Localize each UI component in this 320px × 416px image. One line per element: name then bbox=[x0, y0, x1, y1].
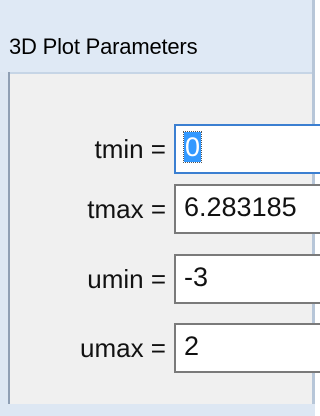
umin-row: umin = -3 bbox=[10, 254, 320, 308]
tmax-input[interactable]: 6.283185 bbox=[174, 184, 320, 234]
dialog-window: 3D Plot Parameters tmin = 0 tmax = 6.283… bbox=[0, 0, 320, 416]
tmin-value: 0 bbox=[182, 131, 203, 163]
dialog-body: tmin = 0 tmax = 6.283185 umin = -3 umax … bbox=[10, 74, 320, 404]
umax-label: umax = bbox=[80, 333, 166, 363]
umin-label: umin = bbox=[87, 264, 166, 294]
tmin-row: tmin = 0 bbox=[10, 124, 320, 178]
tmax-row: tmax = 6.283185 bbox=[10, 184, 320, 238]
tmin-input[interactable]: 0 bbox=[174, 124, 320, 174]
title-bar[interactable]: 3D Plot Parameters bbox=[0, 0, 315, 74]
tmin-label: tmin = bbox=[94, 134, 166, 164]
tmax-value: 6.283185 bbox=[184, 192, 297, 222]
tmax-label: tmax = bbox=[87, 194, 166, 224]
umax-input[interactable]: 2 bbox=[174, 323, 320, 373]
umax-value: 2 bbox=[184, 331, 200, 361]
umin-input[interactable]: -3 bbox=[174, 254, 320, 304]
window-bottom-border bbox=[0, 404, 315, 416]
window-title: 3D Plot Parameters bbox=[9, 34, 198, 59]
window-left-border bbox=[0, 72, 10, 416]
umax-row: umax = 2 bbox=[10, 323, 320, 377]
umin-value: -3 bbox=[184, 262, 209, 292]
